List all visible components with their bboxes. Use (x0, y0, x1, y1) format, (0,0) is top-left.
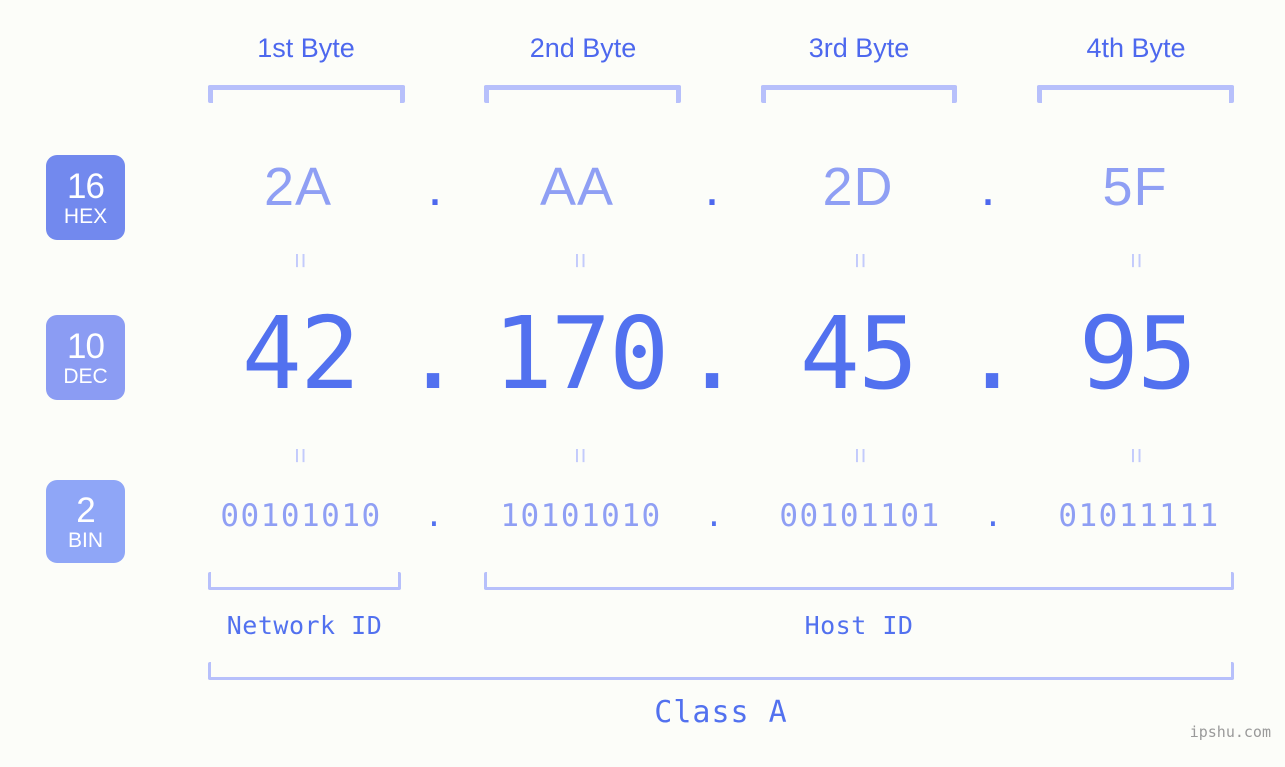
network-id-label: Network ID (226, 611, 383, 640)
class-bracket (208, 662, 1234, 680)
ip-address-breakdown-diagram: 1st Byte 2nd Byte 3rd Byte 4th Byte 16 H… (0, 0, 1285, 767)
dec-octet-1: 42 (241, 295, 360, 412)
equals-marker-dec-bin-2: = (565, 447, 596, 464)
bin-octet-4: 01011111 (1058, 498, 1220, 534)
base-badge-dec: 10 DEC (46, 315, 125, 400)
class-label: Class A (654, 695, 788, 730)
host-id-label: Host ID (804, 611, 914, 640)
dec-octet-4: 95 (1078, 295, 1197, 412)
host-id-bracket (484, 572, 1234, 590)
equals-marker-dec-bin-4: = (1121, 447, 1152, 464)
byte-bracket-1 (208, 85, 405, 103)
hex-octet-2: AA (539, 157, 615, 217)
byte-label-3: 3rd Byte (808, 33, 910, 63)
bin-octet-3: 00101101 (779, 498, 941, 534)
site-watermark: ipshu.com (1189, 723, 1271, 741)
byte-label-1: 1st Byte (257, 33, 355, 63)
dec-octet-3: 45 (799, 295, 918, 412)
network-id-bracket (208, 572, 401, 590)
bin-octet-1: 00101010 (220, 498, 382, 534)
equals-marker-dec-bin-3: = (845, 447, 876, 464)
base-badge-bin-number: 2 (76, 490, 95, 530)
byte-bracket-4 (1037, 85, 1234, 103)
bin-octet-2: 10101010 (500, 498, 662, 534)
equals-marker-hex-dec-3: = (845, 252, 876, 269)
hex-octet-1: 2A (263, 157, 333, 217)
equals-marker-hex-dec-4: = (1121, 252, 1152, 269)
base-badge-hex-number: 16 (67, 166, 105, 206)
base-badge-bin: 2 BIN (46, 480, 125, 563)
equals-marker-dec-bin-1: = (285, 447, 316, 464)
equals-marker-hex-dec-1: = (285, 252, 316, 269)
byte-bracket-3 (761, 85, 957, 103)
base-badge-dec-number: 10 (67, 326, 105, 366)
hex-octet-3: 2D (822, 157, 894, 217)
hex-octet-4: 5F (1102, 157, 1168, 217)
byte-label-2: 2nd Byte (529, 33, 637, 63)
byte-bracket-2 (484, 85, 681, 103)
equals-marker-hex-dec-2: = (565, 252, 596, 269)
base-badge-hex-abbr: HEX (63, 204, 108, 228)
base-badge-bin-abbr: BIN (67, 528, 103, 552)
base-badge-hex: 16 HEX (46, 155, 125, 240)
dec-octet-2: 170 (492, 295, 670, 412)
byte-label-4: 4th Byte (1086, 33, 1186, 63)
base-badge-dec-abbr: DEC (63, 364, 108, 388)
